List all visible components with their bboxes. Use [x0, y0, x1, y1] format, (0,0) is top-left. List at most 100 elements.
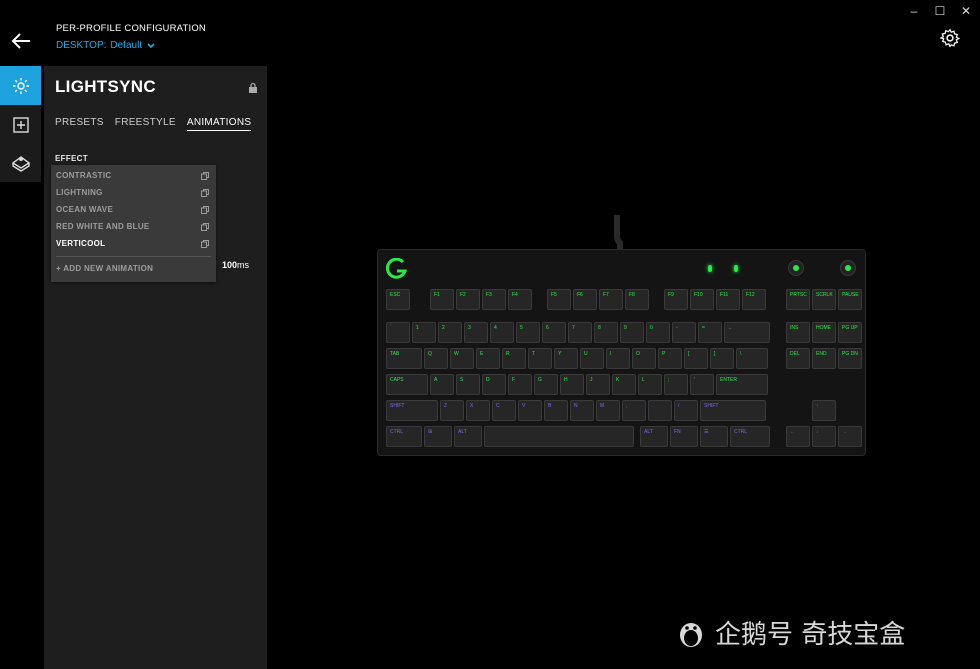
- key[interactable]: X: [466, 400, 490, 421]
- key[interactable]: [484, 426, 634, 447]
- animation-item[interactable]: CONTRASTIC: [51, 167, 216, 184]
- key[interactable]: ←: [724, 322, 770, 343]
- animation-item-selected[interactable]: VERTICOOL: [51, 235, 216, 252]
- keyboard-image[interactable]: ESC F1 F2 F3 F4 F5 F6 F7 F8 F9 F10 F11 F12 PRTSC SCRLK…: [377, 249, 866, 456]
- key[interactable]: ↓: [812, 426, 836, 447]
- nav-lightsync[interactable]: [0, 66, 41, 105]
- key[interactable]: F2: [456, 289, 480, 310]
- key[interactable]: PRTSC: [786, 289, 810, 310]
- tab-presets[interactable]: PRESETS: [55, 117, 104, 131]
- key[interactable]: TAB: [386, 348, 422, 369]
- key[interactable]: K: [612, 374, 636, 395]
- key[interactable]: ESC: [386, 289, 410, 310]
- key[interactable]: PAUSE: [838, 289, 862, 310]
- key[interactable]: H: [560, 374, 584, 395]
- key[interactable]: 2: [438, 322, 462, 343]
- maximize-button[interactable]: ☐: [934, 4, 946, 18]
- key[interactable]: R: [502, 348, 526, 369]
- key[interactable]: S: [456, 374, 480, 395]
- key[interactable]: Q: [424, 348, 448, 369]
- key[interactable]: ←: [786, 426, 810, 447]
- key[interactable]: END: [812, 348, 836, 369]
- key[interactable]: ;: [664, 374, 688, 395]
- key[interactable]: CTRL: [730, 426, 770, 447]
- key[interactable]: PG UP: [838, 322, 862, 343]
- key[interactable]: F12: [742, 289, 766, 310]
- key[interactable]: HOME: [812, 322, 836, 343]
- key[interactable]: U: [580, 348, 604, 369]
- key[interactable]: M: [596, 400, 620, 421]
- key[interactable]: CTRL: [386, 426, 422, 447]
- copy-icon[interactable]: [201, 222, 209, 231]
- key[interactable]: 7: [568, 322, 592, 343]
- add-new-animation-button[interactable]: + ADD NEW ANIMATION: [51, 261, 216, 275]
- gear-icon[interactable]: [940, 28, 960, 48]
- key[interactable]: F9: [664, 289, 688, 310]
- key[interactable]: A: [430, 374, 454, 395]
- key[interactable]: 4: [490, 322, 514, 343]
- key[interactable]: F5: [547, 289, 571, 310]
- key[interactable]: CAPS: [386, 374, 428, 395]
- key[interactable]: I: [606, 348, 630, 369]
- tab-animations[interactable]: ANIMATIONS: [186, 117, 252, 131]
- key[interactable]: /: [674, 400, 698, 421]
- key[interactable]: 8: [594, 322, 618, 343]
- minimize-button[interactable]: –: [908, 4, 920, 18]
- key[interactable]: 6: [542, 322, 566, 343]
- key[interactable]: ]: [710, 348, 734, 369]
- nav-game-mode[interactable]: [0, 144, 41, 183]
- key[interactable]: F7: [599, 289, 623, 310]
- key[interactable]: FN: [670, 426, 698, 447]
- key[interactable]: 0: [646, 322, 670, 343]
- key[interactable]: 1: [412, 322, 436, 343]
- animation-item[interactable]: OCEAN WAVE: [51, 201, 216, 218]
- key[interactable]: PG DN: [838, 348, 862, 369]
- key[interactable]: `: [386, 322, 410, 343]
- nav-assignments[interactable]: [0, 105, 41, 144]
- key[interactable]: SHIFT: [700, 400, 766, 421]
- key[interactable]: SHIFT: [386, 400, 438, 421]
- key[interactable]: Z: [440, 400, 464, 421]
- key[interactable]: ENTER: [716, 374, 768, 395]
- key[interactable]: L: [638, 374, 662, 395]
- key[interactable]: G: [534, 374, 558, 395]
- copy-icon[interactable]: [201, 205, 209, 214]
- key[interactable]: →: [838, 426, 862, 447]
- key[interactable]: E: [476, 348, 500, 369]
- key[interactable]: B: [544, 400, 568, 421]
- key[interactable]: N: [570, 400, 594, 421]
- key[interactable]: ↑: [812, 400, 836, 421]
- back-arrow-icon[interactable]: [10, 30, 32, 52]
- key[interactable]: T: [528, 348, 552, 369]
- key[interactable]: =: [698, 322, 722, 343]
- profile-selector[interactable]: DESKTOP: Default: [56, 40, 156, 51]
- key[interactable]: 5: [516, 322, 540, 343]
- tab-freestyle[interactable]: FREESTYLE: [115, 117, 176, 131]
- key[interactable]: 9: [620, 322, 644, 343]
- animation-item[interactable]: RED WHITE AND BLUE: [51, 218, 216, 235]
- key[interactable]: W: [450, 348, 474, 369]
- key[interactable]: SCRLK: [812, 289, 836, 310]
- key[interactable]: ': [690, 374, 714, 395]
- close-button[interactable]: ✕: [960, 4, 972, 18]
- key[interactable]: ,: [622, 400, 646, 421]
- lock-icon[interactable]: [248, 82, 258, 94]
- key[interactable]: J: [586, 374, 610, 395]
- key[interactable]: F1: [430, 289, 454, 310]
- key[interactable]: F6: [573, 289, 597, 310]
- key[interactable]: [: [684, 348, 708, 369]
- copy-icon[interactable]: [201, 239, 209, 248]
- key[interactable]: -: [672, 322, 696, 343]
- key[interactable]: .: [648, 400, 672, 421]
- key[interactable]: F: [508, 374, 532, 395]
- key[interactable]: ⊞: [424, 426, 452, 447]
- key[interactable]: INS: [786, 322, 810, 343]
- key[interactable]: ☰: [700, 426, 728, 447]
- key[interactable]: ALT: [640, 426, 668, 447]
- key[interactable]: V: [518, 400, 542, 421]
- key[interactable]: D: [482, 374, 506, 395]
- key[interactable]: DEL: [786, 348, 810, 369]
- key[interactable]: P: [658, 348, 682, 369]
- key[interactable]: F4: [508, 289, 532, 310]
- animation-item[interactable]: LIGHTNING: [51, 184, 216, 201]
